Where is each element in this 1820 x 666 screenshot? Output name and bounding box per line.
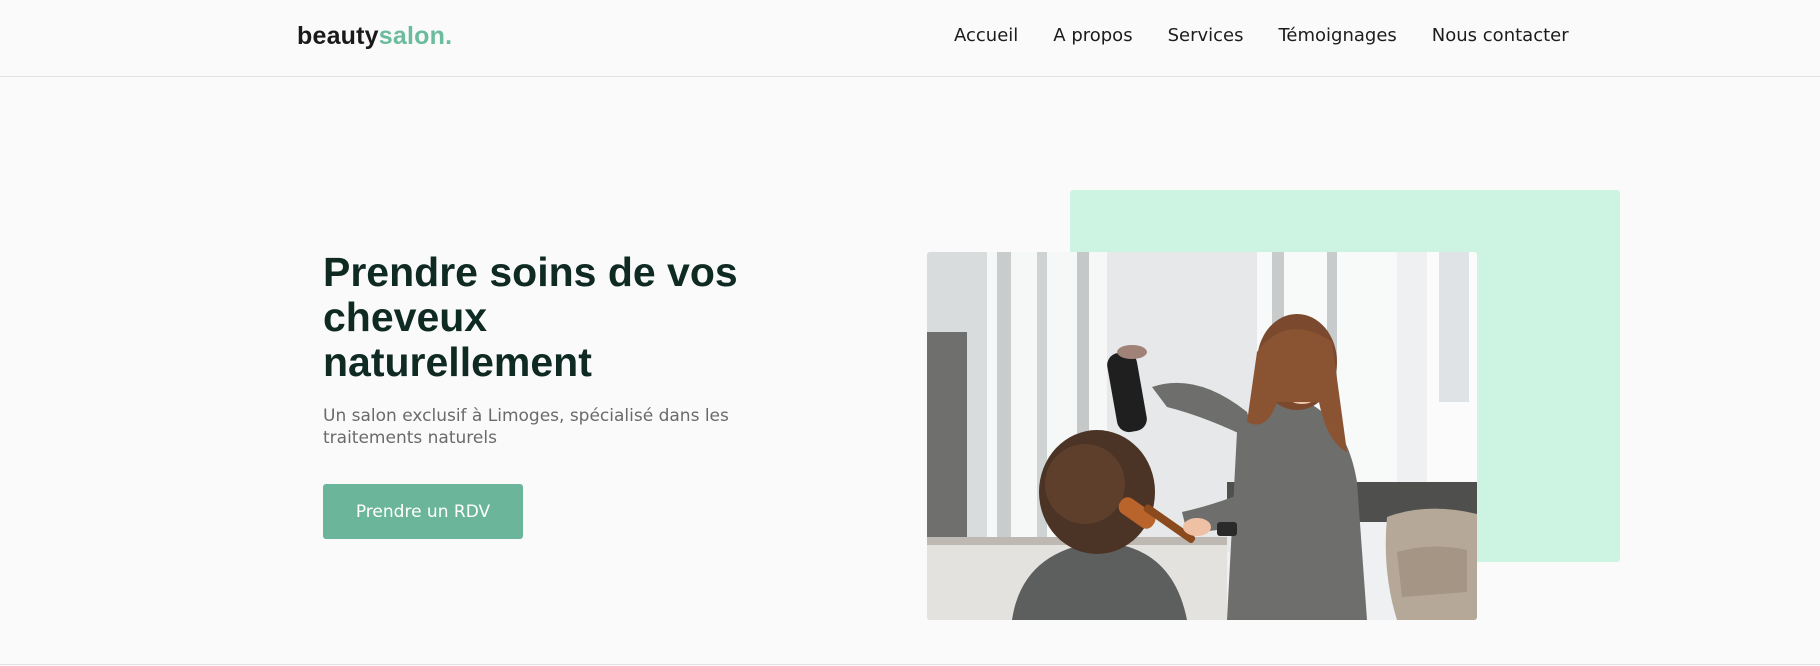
nav-link-temoignages[interactable]: Témoignages bbox=[1278, 25, 1396, 46]
logo-text-accent: salon. bbox=[378, 22, 453, 50]
hero-title: Prendre soins de vos cheveux naturelleme… bbox=[323, 250, 783, 385]
nav-link-a-propos[interactable]: A propos bbox=[1053, 25, 1132, 46]
nav-link-contact[interactable]: Nous contacter bbox=[1432, 25, 1569, 46]
logo-text-primary: beauty bbox=[297, 22, 379, 50]
hero-photo bbox=[927, 252, 1477, 620]
salon-photo-illustration bbox=[927, 252, 1477, 620]
main-nav: Accueil A propos Services Témoignages No… bbox=[954, 25, 1569, 46]
book-appointment-button[interactable]: Prendre un RDV bbox=[323, 484, 523, 539]
hero-title-line: Prendre soins de vos bbox=[323, 249, 738, 295]
hero-subtitle-line: Un salon exclusif à Limoges, spécialisé … bbox=[323, 406, 729, 426]
section-divider bbox=[0, 664, 1820, 665]
hero-title-line: naturellement bbox=[323, 339, 592, 385]
nav-link-services[interactable]: Services bbox=[1168, 25, 1244, 46]
nav-link-accueil[interactable]: Accueil bbox=[954, 25, 1018, 46]
hero-title-line: cheveux bbox=[323, 294, 488, 340]
hero-subtitle-line: traitements naturels bbox=[323, 428, 497, 448]
site-logo[interactable]: beautysalon. bbox=[297, 22, 452, 51]
site-header: beautysalon. Accueil A propos Services T… bbox=[0, 0, 1820, 77]
hero-subtitle: Un salon exclusif à Limoges, spécialisé … bbox=[323, 405, 743, 449]
